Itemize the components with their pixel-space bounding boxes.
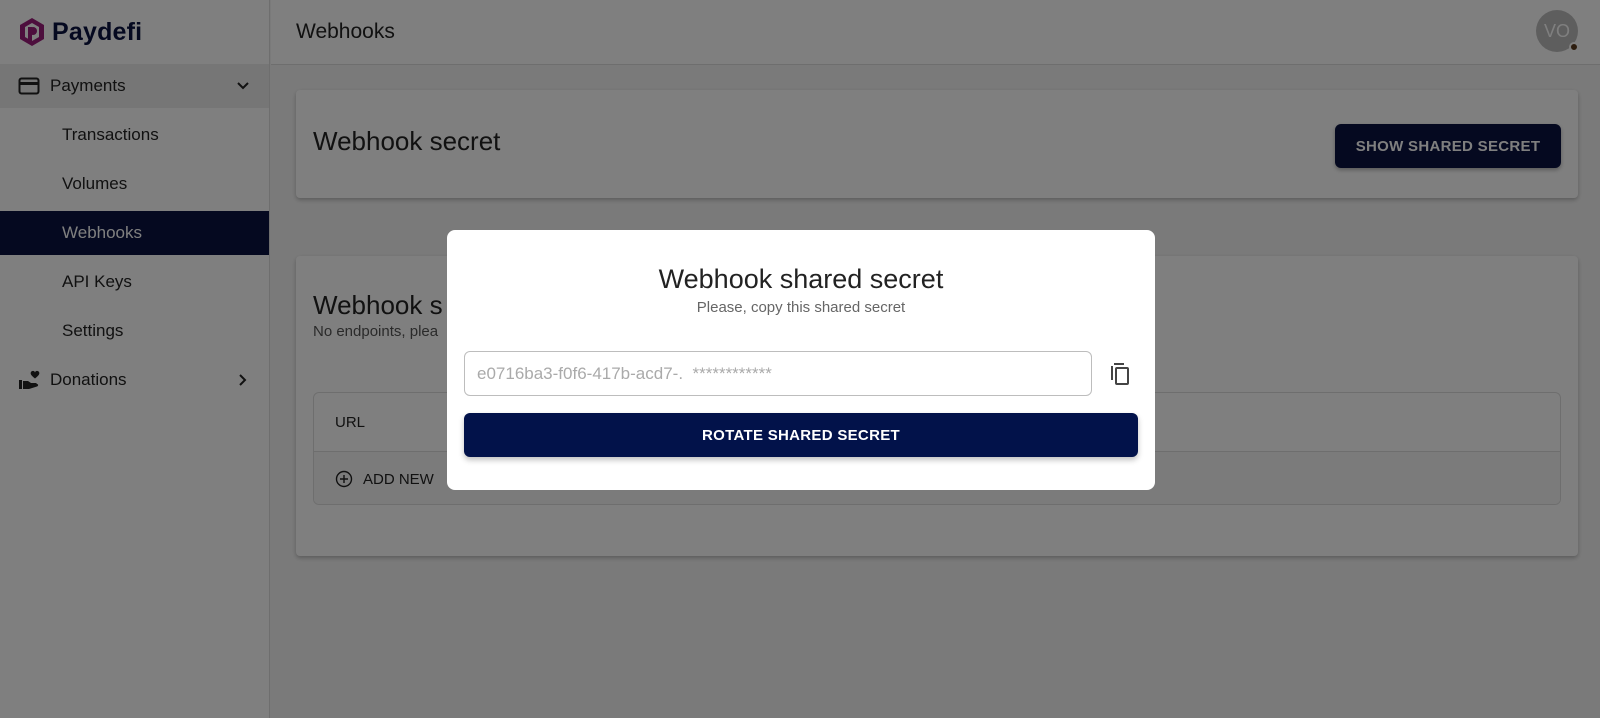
shared-secret-field[interactable] [464, 351, 1092, 396]
dialog-subtitle: Please, copy this shared secret [696, 299, 906, 316]
copy-icon [1111, 363, 1129, 385]
dialog-title: Webhook shared secret [658, 264, 944, 294]
shared-secret-dialog: Webhook shared secret Please, copy this … [447, 230, 1155, 490]
copy-button[interactable] [1107, 361, 1133, 387]
rotate-shared-secret-button[interactable]: ROTATE SHARED SECRET [464, 413, 1138, 457]
